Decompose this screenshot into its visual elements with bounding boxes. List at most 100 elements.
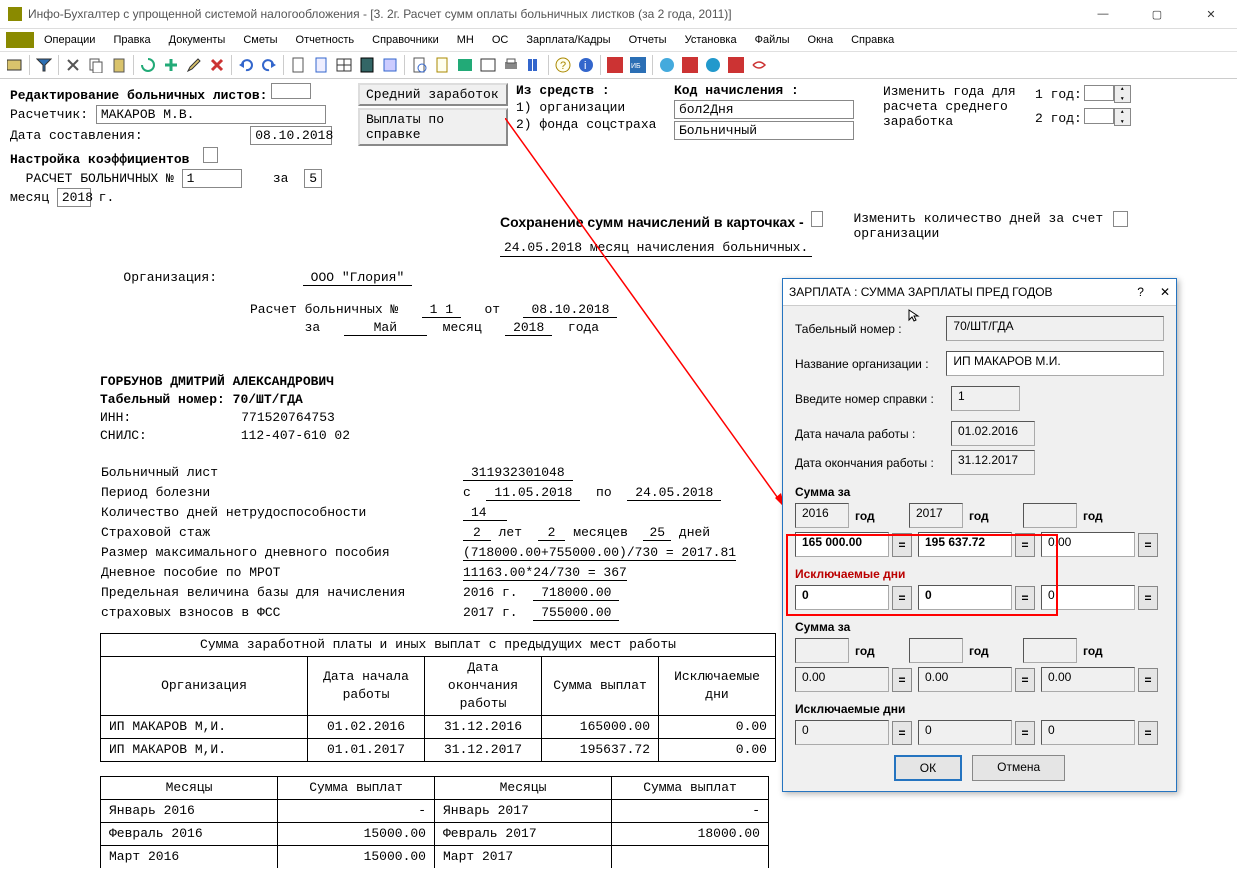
cut-icon[interactable] <box>62 54 84 76</box>
ext3-icon[interactable] <box>656 54 678 76</box>
maximize-button[interactable]: ▢ <box>1139 8 1175 21</box>
menu-item[interactable]: Справка <box>843 32 902 48</box>
sum-2016-input[interactable]: 165 000.00 <box>795 532 889 557</box>
excl-3-input[interactable]: 0 <box>1041 585 1135 610</box>
doc1-icon[interactable] <box>287 54 309 76</box>
preview1-icon[interactable] <box>408 54 430 76</box>
ext1-icon[interactable] <box>604 54 626 76</box>
avg-salary-button[interactable]: Средний заработок <box>358 83 508 106</box>
add-icon[interactable] <box>160 54 182 76</box>
person-tab: 70/ШТ/ГДА <box>233 392 303 407</box>
menu-item[interactable]: Отчеты <box>621 32 675 48</box>
sum-2017-input[interactable]: 195 637.72 <box>918 532 1012 557</box>
year-field[interactable]: 2018 <box>57 188 91 207</box>
redo-icon[interactable] <box>258 54 280 76</box>
undo-icon[interactable] <box>235 54 257 76</box>
coef-indicator[interactable] <box>203 147 218 163</box>
menu-item[interactable]: Файлы <box>747 32 798 48</box>
year2-field[interactable] <box>1084 108 1114 124</box>
change-years-label: Изменить года для расчета среднего зараб… <box>883 84 1033 129</box>
eq-button[interactable]: = <box>892 721 912 745</box>
form-icon[interactable] <box>379 54 401 76</box>
save-flag[interactable] <box>811 211 823 227</box>
info-icon[interactable]: i <box>575 54 597 76</box>
table-icon[interactable] <box>333 54 355 76</box>
dlg-org[interactable]: ИП МАКАРОВ М.И. <box>946 351 1164 376</box>
preview2-icon[interactable] <box>431 54 453 76</box>
close-button[interactable]: ✕ <box>1193 8 1229 21</box>
doc2-icon[interactable] <box>310 54 332 76</box>
excl-2017-input[interactable]: 0 <box>918 585 1012 610</box>
payments-ref-button[interactable]: Выплаты по справке <box>358 108 508 146</box>
ok-button[interactable]: ОК <box>894 755 962 781</box>
excel-icon[interactable] <box>454 54 476 76</box>
dialog-help-button[interactable]: ? <box>1137 285 1144 299</box>
refresh-icon[interactable] <box>137 54 159 76</box>
edit-icon[interactable] <box>183 54 205 76</box>
eq-button[interactable]: = <box>1138 586 1158 610</box>
eq-button[interactable]: = <box>1015 533 1035 557</box>
year2-spinner[interactable]: ▲▼ <box>1114 108 1131 126</box>
edit-sick-header: Редактирование больничных листов: <box>10 88 267 103</box>
eq-button[interactable]: = <box>1015 721 1035 745</box>
eq-button[interactable]: = <box>892 586 912 610</box>
days-org-field[interactable] <box>1113 211 1128 227</box>
eq-button[interactable]: = <box>892 533 912 557</box>
eq-button[interactable]: = <box>1015 668 1035 692</box>
code-org-field[interactable]: бол2Дня <box>674 100 854 119</box>
person-inn: 771520764753 <box>241 410 335 425</box>
fss-label: 2) фонда соцстраха <box>516 117 666 132</box>
menu-item[interactable]: Окна <box>800 32 842 48</box>
ext4-icon[interactable] <box>679 54 701 76</box>
sick-calc-no[interactable]: 1 <box>182 169 242 188</box>
tree-icon[interactable] <box>477 54 499 76</box>
menu-item[interactable]: Документы <box>161 32 234 48</box>
month-no[interactable]: 5 <box>304 169 322 188</box>
paste-icon[interactable] <box>108 54 130 76</box>
app-icon <box>8 7 22 21</box>
calc-icon[interactable] <box>356 54 378 76</box>
minimize-button[interactable]: — <box>1085 8 1121 21</box>
save-header: Сохранение сумм начислений в карточках - <box>500 214 804 230</box>
ext2-icon[interactable]: ИБ <box>627 54 649 76</box>
menu-item[interactable]: Установка <box>677 32 745 48</box>
menu-item[interactable]: ОС <box>484 32 517 48</box>
print-icon[interactable] <box>500 54 522 76</box>
help-icon[interactable]: ? <box>552 54 574 76</box>
eq-button[interactable]: = <box>892 668 912 692</box>
copy-icon[interactable] <box>85 54 107 76</box>
doc-date: 08.10.2018 <box>523 302 617 318</box>
menu-item[interactable]: Зарплата/Кадры <box>518 32 618 48</box>
year1-field[interactable] <box>1084 85 1114 101</box>
ext6-icon[interactable] <box>725 54 747 76</box>
cancel-button[interactable]: Отмена <box>972 755 1065 781</box>
calculator-field[interactable]: МАКАРОВ М.В. <box>96 105 326 124</box>
excl-2016-input[interactable]: 0 <box>795 585 889 610</box>
delete-icon[interactable] <box>206 54 228 76</box>
funnel-icon[interactable] <box>33 54 55 76</box>
eq-button[interactable]: = <box>1138 668 1158 692</box>
eq-button[interactable]: = <box>1015 586 1035 610</box>
eq-button[interactable]: = <box>1138 721 1158 745</box>
menu-item[interactable]: Справочники <box>364 32 447 48</box>
eq-button[interactable]: = <box>1138 533 1158 557</box>
menu-item[interactable]: Операции <box>36 32 103 48</box>
columns-icon[interactable] <box>523 54 545 76</box>
sum-3-input[interactable]: 0.00 <box>1041 532 1135 557</box>
menu-item[interactable]: Отчетность <box>288 32 363 48</box>
menu-item[interactable]: МН <box>449 32 482 48</box>
menu-item[interactable]: Сметы <box>235 32 285 48</box>
year1-spinner[interactable]: ▲▼ <box>1114 85 1131 103</box>
doc-month-name: Май <box>344 320 427 336</box>
code-fss-field[interactable]: Больничный <box>674 121 854 140</box>
menu-item[interactable]: Правка <box>105 32 158 48</box>
dialog-close-button[interactable]: ✕ <box>1160 285 1170 299</box>
doc-org: ООО "Глория" <box>303 270 413 286</box>
open-icon[interactable] <box>4 54 26 76</box>
coef-link[interactable]: Настройка коэффициентов <box>10 152 189 167</box>
accrual-month-line: 24.05.2018 месяц начисления больничных. <box>500 239 812 257</box>
compose-date-field[interactable]: 08.10.2018 <box>250 126 332 145</box>
edit-blank-field[interactable] <box>271 83 311 99</box>
ext5-icon[interactable] <box>702 54 724 76</box>
ext7-icon[interactable] <box>748 54 770 76</box>
